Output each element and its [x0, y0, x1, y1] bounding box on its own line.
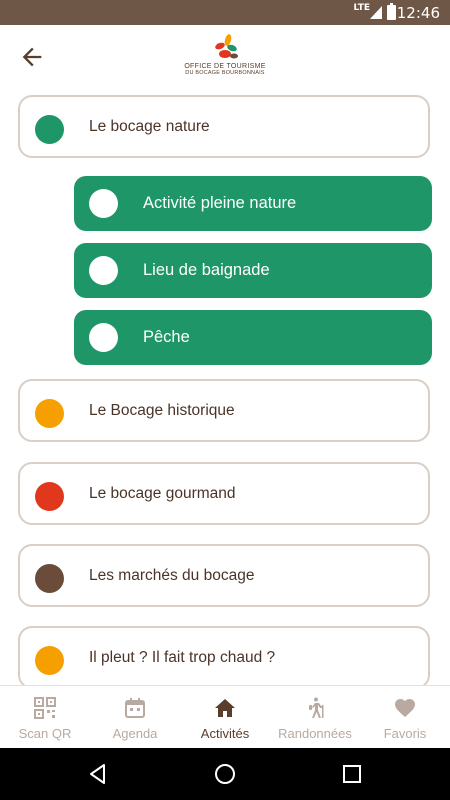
system-navigation-bar	[0, 748, 450, 800]
color-dot	[35, 115, 64, 144]
home-icon	[215, 699, 235, 717]
system-home-icon[interactable]	[213, 762, 237, 786]
leaves-logo-icon	[215, 34, 238, 59]
category-card-gourmand[interactable]: Le bocage gourmand	[18, 462, 430, 525]
subcategory-activite-pleine-nature[interactable]: Activité pleine nature	[74, 176, 432, 231]
nav-label: Activités	[200, 726, 250, 741]
category-label: Le Bocage historique	[89, 402, 235, 419]
selection-dot	[89, 256, 118, 285]
heart-icon	[395, 699, 415, 717]
nav-agenda[interactable]: Agenda	[90, 686, 180, 749]
subcategory-label: Pêche	[143, 328, 190, 346]
selection-dot	[89, 189, 118, 218]
bottom-navigation: Scan QR Agenda Activités Randonnées Favo…	[0, 685, 450, 749]
category-label: Le bocage nature	[89, 118, 210, 135]
category-card-il-pleut[interactable]: Il pleut ? Il fait trop chaud ?	[18, 626, 430, 685]
nav-activites[interactable]: Activités	[180, 686, 270, 749]
network-type: LTE	[353, 3, 370, 13]
category-card-historique[interactable]: Le Bocage historique	[18, 379, 430, 442]
status-bar: LTE 12:46	[0, 0, 450, 25]
nav-label: Scan QR	[18, 726, 72, 741]
office-tourisme-logo: OFFICE DE TOURISME DU BOCAGE BOURBONNAIS	[160, 32, 290, 92]
color-dot	[35, 399, 64, 428]
color-dot	[35, 564, 64, 593]
hiker-icon	[309, 697, 324, 718]
activities-list: Le bocage nature Activité pleine nature …	[0, 93, 450, 685]
app-header: OFFICE DE TOURISME DU BOCAGE BOURBONNAIS	[0, 25, 450, 93]
qr-code-icon	[34, 697, 56, 719]
category-label: Il pleut ? Il fait trop chaud ?	[89, 649, 276, 666]
nav-label: Agenda	[112, 726, 158, 741]
subcategory-label: Activité pleine nature	[143, 194, 297, 212]
category-label: Le bocage gourmand	[89, 485, 236, 502]
category-card-nature[interactable]: Le bocage nature	[18, 95, 430, 158]
color-dot	[35, 482, 64, 511]
category-label: Les marchés du bocage	[89, 567, 255, 584]
subcategory-label: Lieu de baignade	[143, 261, 270, 279]
calendar-icon	[125, 698, 145, 718]
system-back-icon[interactable]	[86, 762, 110, 786]
nav-favoris[interactable]: Favoris	[360, 686, 450, 749]
category-card-marches[interactable]: Les marchés du bocage	[18, 544, 430, 607]
nav-randonnees[interactable]: Randonnées	[270, 686, 360, 749]
back-arrow-icon[interactable]	[18, 43, 46, 71]
subcategory-lieu-de-baignade[interactable]: Lieu de baignade	[74, 243, 432, 298]
battery-icon	[387, 3, 396, 20]
nav-scan-qr[interactable]: Scan QR	[0, 686, 90, 749]
subcategory-peche[interactable]: Pêche	[74, 310, 432, 365]
system-recents-icon[interactable]	[340, 762, 364, 786]
nav-label: Randonnées	[278, 726, 352, 741]
color-dot	[35, 646, 64, 675]
logo-subtitle: DU BOCAGE BOURBONNAIS	[185, 70, 265, 76]
signal-icon	[370, 6, 382, 19]
logo-title: OFFICE DE TOURISME	[184, 63, 266, 70]
nav-label: Favoris	[383, 726, 427, 741]
clock: 12:46	[396, 4, 440, 22]
selection-dot	[89, 323, 118, 352]
